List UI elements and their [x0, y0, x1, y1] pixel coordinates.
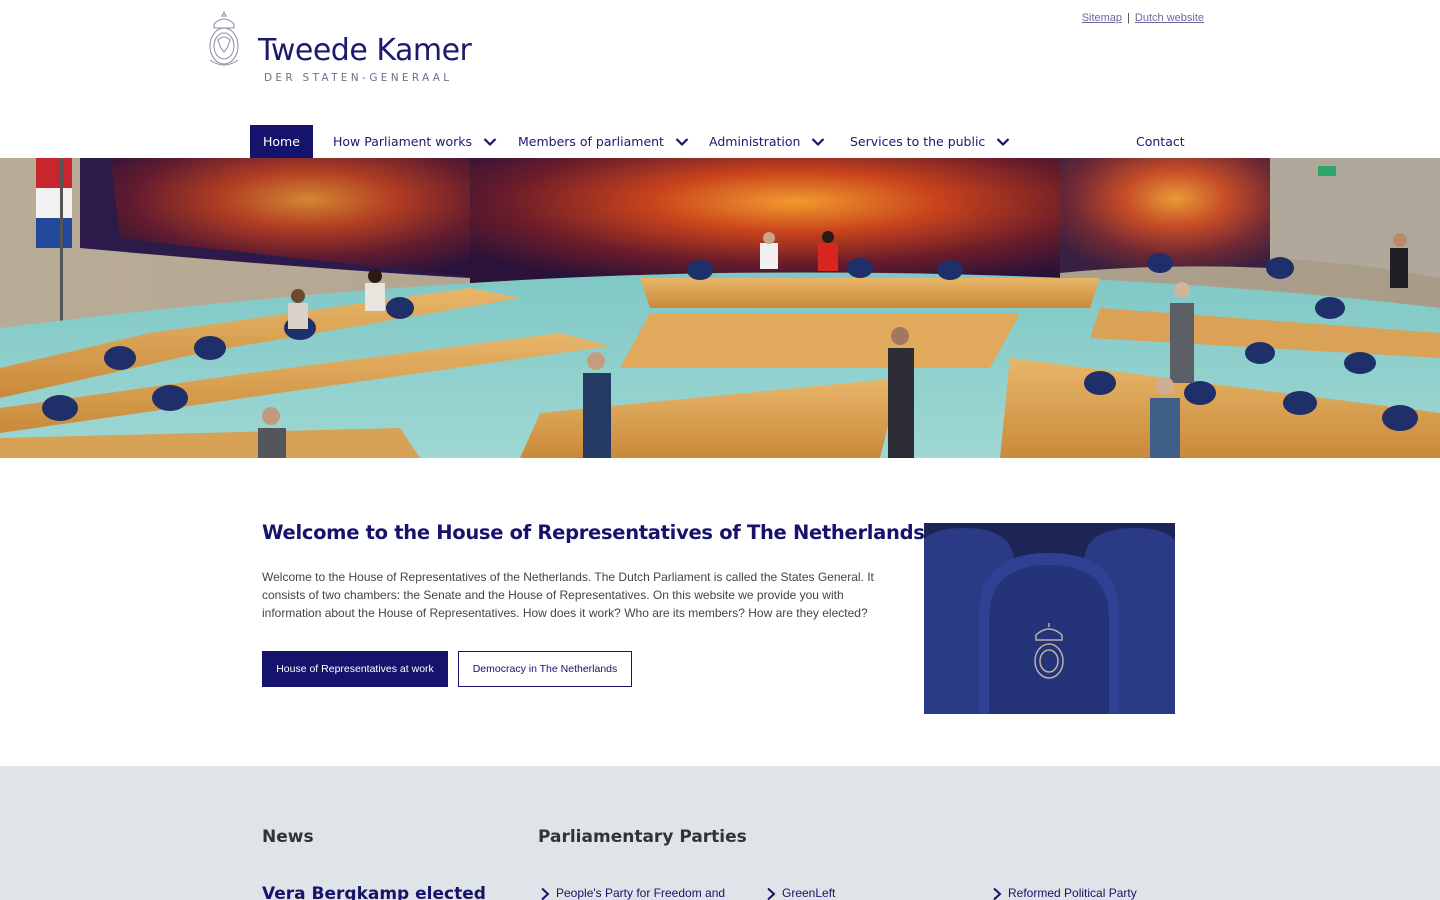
dutch-website-link[interactable]: Dutch website — [1135, 12, 1204, 24]
parliamentary-parties-heading: Parliamentary Parties — [538, 827, 747, 847]
plenary-hall-photo — [0, 158, 1440, 458]
chevron-down-icon — [997, 137, 1010, 146]
chevron-down-icon — [675, 137, 689, 146]
house-at-work-button[interactable]: House of Representatives at work — [262, 651, 448, 687]
nav-label: Contact — [1136, 134, 1185, 149]
main-navigation: Home How Parliament works Members of par… — [250, 125, 1190, 158]
chevron-right-icon — [767, 887, 776, 900]
top-links-separator: | — [1127, 12, 1130, 24]
news-headline-link[interactable]: Vera Bergkamp elected — [262, 884, 486, 900]
nav-home-label: Home — [263, 134, 300, 149]
chevron-right-icon — [993, 887, 1002, 900]
nav-home[interactable]: Home — [250, 125, 313, 158]
top-links: Sitemap | Dutch website — [1082, 12, 1204, 24]
logo-subtitle: DER STATEN-GENERAAL — [264, 72, 453, 84]
party-link[interactable]: Reformed Political Party — [992, 886, 1137, 900]
chevron-right-icon — [541, 887, 550, 900]
news-heading: News — [262, 827, 314, 847]
chevron-down-icon — [483, 137, 497, 146]
nav-contact[interactable]: Contact — [1136, 125, 1185, 158]
chevron-down-icon — [812, 137, 825, 146]
party-link[interactable]: People's Party for Freedom and — [540, 886, 725, 900]
nav-members-of-parliament[interactable]: Members of parliament — [518, 125, 689, 158]
logo-title[interactable]: Tweede Kamer — [258, 33, 472, 68]
party-label: People's Party for Freedom and — [556, 886, 726, 900]
sitemap-link[interactable]: Sitemap — [1082, 12, 1122, 24]
party-label: GreenLeft — [782, 886, 836, 900]
welcome-heading: Welcome to the House of Representatives … — [262, 521, 932, 544]
party-link[interactable]: GreenLeft — [766, 886, 835, 900]
nav-label: Administration — [709, 134, 801, 149]
nav-services-to-the-public[interactable]: Services to the public — [850, 125, 1010, 158]
nav-label: Members of parliament — [518, 134, 664, 149]
democracy-button[interactable]: Democracy in The Netherlands — [458, 651, 632, 687]
nav-label: How Parliament works — [333, 134, 473, 149]
nav-label: Services to the public — [850, 134, 986, 149]
chair-with-crest-photo — [924, 523, 1175, 714]
site-header: Tweede Kamer DER STATEN-GENERAAL Sitemap… — [0, 0, 1440, 158]
party-label: Reformed Political Party — [1008, 886, 1137, 900]
nav-administration[interactable]: Administration — [709, 125, 825, 158]
royal-crest-logo-icon[interactable] — [205, 10, 243, 70]
nav-how-parliament-works[interactable]: How Parliament works — [333, 125, 497, 158]
welcome-text: Welcome to the House of Representatives … — [262, 570, 874, 620]
